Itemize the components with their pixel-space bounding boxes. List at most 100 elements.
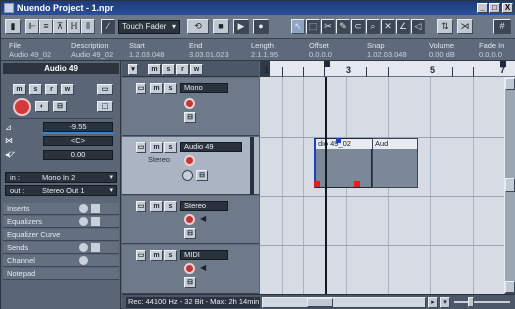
- info-fadein[interactable]: Fade In 0.0.0.0: [479, 41, 504, 59]
- scroll-down-icon[interactable]: [505, 281, 515, 293]
- minimize-button[interactable]: _: [477, 3, 488, 13]
- track-solo-button[interactable]: s: [164, 83, 177, 94]
- line-tool-icon[interactable]: ∠: [396, 19, 410, 34]
- read-button[interactable]: r: [45, 84, 58, 95]
- record-icon[interactable]: ●: [253, 19, 269, 34]
- scroll-thumb[interactable]: [505, 178, 515, 192]
- zoom-slider-thumb[interactable]: [468, 297, 474, 307]
- section-equalizers[interactable]: Equalizers: [3, 216, 119, 228]
- eq-toggle-icon[interactable]: [91, 217, 100, 226]
- track-row[interactable]: ▭ m s Stereo ◀ ⊟: [122, 196, 259, 244]
- monitor-icon[interactable]: ◀: [200, 263, 210, 273]
- monitor-icon[interactable]: ◐: [35, 101, 49, 112]
- bypass-icon[interactable]: [79, 243, 88, 252]
- track-solo-button[interactable]: s: [164, 142, 177, 153]
- edit-icon[interactable]: ⊟: [184, 112, 196, 123]
- info-volume[interactable]: Volume 0.00 dB: [429, 41, 455, 59]
- track-mute-button[interactable]: m: [150, 201, 163, 212]
- scroll-up-icon[interactable]: [505, 78, 515, 90]
- track-row-selected[interactable]: ▭ m s Audio 49 Stereo ⊟: [122, 137, 259, 195]
- record-enable-button[interactable]: [184, 98, 195, 109]
- monitor-icon[interactable]: [182, 170, 193, 181]
- track-mute-button[interactable]: m: [150, 250, 163, 261]
- section-channel[interactable]: Channel: [3, 255, 119, 267]
- constrain-icon[interactable]: ⊩: [25, 19, 39, 34]
- section-notepad[interactable]: Notepad: [3, 268, 119, 280]
- record-enable-button[interactable]: [184, 263, 195, 274]
- audio-event[interactable]: dio 49_02: [314, 138, 372, 188]
- delay-field[interactable]: 0.00: [43, 150, 113, 160]
- inspector-track-name[interactable]: Audio 49: [3, 63, 119, 74]
- record-enable-button[interactable]: [184, 214, 195, 225]
- track-menu-icon[interactable]: ▾: [128, 64, 138, 75]
- mute-button[interactable]: m: [13, 84, 26, 95]
- bypass-icon[interactable]: [79, 256, 88, 265]
- activate-project-icon[interactable]: ▮: [5, 19, 21, 34]
- project-cursor[interactable]: [325, 77, 327, 294]
- edit-icon[interactable]: ⊟: [184, 228, 196, 239]
- sends-toggle-icon[interactable]: [91, 243, 100, 252]
- info-snap[interactable]: Snap 1.02.03.048: [367, 41, 407, 59]
- close-button[interactable]: X: [502, 3, 513, 13]
- horizontal-zoom-slider[interactable]: [454, 301, 510, 303]
- horizontal-scrollbar[interactable]: [262, 297, 426, 308]
- zoom-tool-icon[interactable]: ⌕: [366, 19, 380, 34]
- erase-tool-icon[interactable]: ✕: [381, 19, 395, 34]
- solo-button[interactable]: s: [29, 84, 42, 95]
- edit-icon[interactable]: ⊟: [196, 170, 208, 181]
- track-mute-button[interactable]: m: [150, 142, 163, 153]
- global-solo-button[interactable]: s: [162, 64, 175, 75]
- vertical-scrollbar[interactable]: [504, 77, 515, 294]
- info-start[interactable]: Start 1.2.03.048: [129, 41, 164, 59]
- info-description[interactable]: Description Audio 49_02: [71, 41, 113, 59]
- event-display[interactable]: 1 3 5 7 dio 49_02 Aud: [260, 61, 515, 294]
- maximize-button[interactable]: □: [489, 3, 500, 13]
- glue-tool-icon[interactable]: ⊂: [351, 19, 365, 34]
- speaker-tool-icon[interactable]: ◁: [411, 19, 425, 34]
- global-read-button[interactable]: r: [176, 64, 189, 75]
- scroll-right-icon[interactable]: ▸: [428, 297, 438, 308]
- lock-icon[interactable]: ⊟: [53, 101, 67, 112]
- pool-icon[interactable]: ⫴: [81, 19, 95, 34]
- edit-icon[interactable]: ▭: [97, 84, 113, 95]
- ruler[interactable]: 1 3 5 7: [260, 61, 515, 77]
- left-locator-icon[interactable]: [324, 61, 330, 67]
- right-locator-icon[interactable]: [500, 61, 506, 67]
- info-end[interactable]: End 3.03.01.023: [189, 41, 229, 59]
- monitor-icon[interactable]: ◀: [200, 214, 210, 224]
- range-tool-icon[interactable]: ⬚: [306, 19, 320, 34]
- stop-icon[interactable]: ■: [213, 19, 229, 34]
- volume-field[interactable]: -9.55: [43, 122, 113, 132]
- pan-field[interactable]: <C>: [43, 136, 113, 146]
- track-name[interactable]: MIDI: [180, 250, 228, 260]
- track-row[interactable]: ▭ m s MIDI ◀ ⊟: [122, 245, 259, 294]
- write-button[interactable]: w: [61, 84, 74, 95]
- split-tool-icon[interactable]: ✂: [321, 19, 335, 34]
- draw-tool-icon[interactable]: ✎: [336, 19, 350, 34]
- info-length[interactable]: Length 2.1.1.95: [251, 41, 278, 59]
- input-routing-select[interactable]: in : Mono In 2 ▾: [5, 172, 117, 183]
- fade-out-handle-icon[interactable]: [354, 181, 360, 187]
- section-equalizer-curve[interactable]: Equalizer Curve: [3, 229, 119, 241]
- track-row[interactable]: ▭ m s Mono ⊟: [122, 78, 259, 136]
- track-name[interactable]: Mono: [180, 83, 228, 93]
- edit-icon[interactable]: ⊟: [184, 277, 196, 288]
- section-sends[interactable]: Sends: [3, 242, 119, 254]
- mute-tool-icon[interactable]: ⋊: [457, 19, 473, 34]
- cycle-icon[interactable]: ⟲: [187, 19, 209, 34]
- scroll-thumb[interactable]: [307, 298, 333, 307]
- global-write-button[interactable]: w: [190, 64, 203, 75]
- record-enable-button[interactable]: [13, 98, 31, 116]
- audio-event[interactable]: Aud: [372, 138, 418, 188]
- pointer-tool-icon[interactable]: ↖: [291, 19, 305, 34]
- track-solo-button[interactable]: s: [164, 250, 177, 261]
- overview-toggle-icon[interactable]: ℍ: [67, 19, 81, 34]
- automation-read-icon[interactable]: ∕: [101, 19, 115, 34]
- zoom-menu-icon[interactable]: ▾: [440, 297, 450, 308]
- channel-settings-icon[interactable]: ⬚: [97, 101, 113, 112]
- infoline-toggle-icon[interactable]: ⊼: [53, 19, 67, 34]
- output-routing-select[interactable]: out : Stereo Out 1 ▾: [5, 185, 117, 196]
- track-name[interactable]: Stereo: [180, 201, 228, 211]
- info-offset[interactable]: Offset 0.0.0.0: [309, 41, 332, 59]
- bypass-icon[interactable]: [79, 217, 88, 226]
